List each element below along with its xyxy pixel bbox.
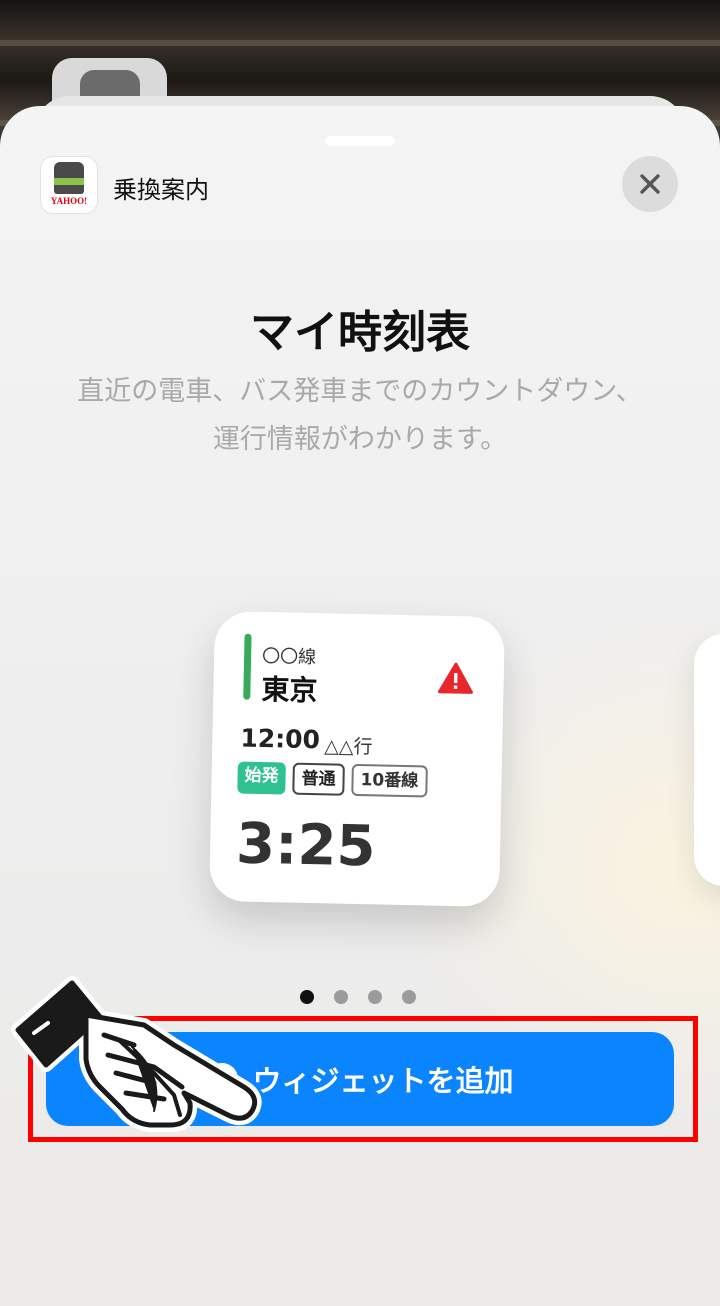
app-icon: YAHOO!	[40, 156, 98, 214]
badge-train-type: 普通	[292, 762, 345, 796]
widget-preview[interactable]: 〇〇線 東京 12:00 △△行 始発 普通 10番線 3:25	[208, 610, 506, 908]
page-dot[interactable]	[334, 990, 348, 1004]
page-dot[interactable]	[368, 990, 382, 1004]
page-indicator	[300, 990, 416, 1004]
widget-description: 直近の電車、バス発車までのカウントダウン、 運行情報がわかります。	[77, 376, 643, 455]
page-dot[interactable]	[402, 990, 416, 1004]
train-badges: 始発 普通 10番線	[237, 761, 428, 798]
station-name: 東京	[261, 672, 318, 708]
widget-title: マイ時刻表	[250, 307, 470, 358]
badge-first-train: 始発	[237, 761, 286, 795]
close-button[interactable]	[622, 156, 678, 212]
app-logo-text: YAHOO!	[50, 196, 88, 206]
app-name: 乗換案内	[113, 176, 209, 204]
next-widget-preview[interactable]	[694, 634, 720, 886]
destination: △△行	[324, 735, 373, 759]
background-beam	[0, 40, 720, 46]
line-name: 〇〇線	[261, 645, 317, 669]
close-icon	[640, 174, 660, 194]
sheet-grabber[interactable]	[325, 136, 395, 146]
badge-platform: 10番線	[351, 763, 428, 798]
line-color-bar	[243, 633, 252, 700]
warning-icon	[437, 662, 473, 694]
page-dot[interactable]	[300, 990, 314, 1004]
countdown: 3:25	[235, 811, 377, 880]
pointing-hand-icon	[11, 976, 262, 1132]
departure-time: 12:00	[240, 723, 321, 755]
